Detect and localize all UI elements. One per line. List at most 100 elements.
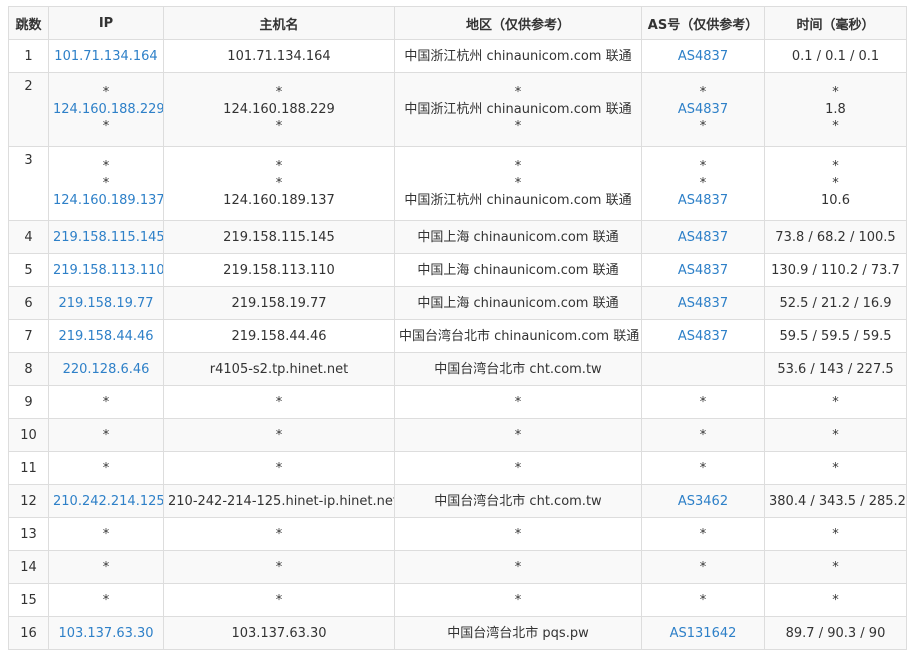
column-header-hop: 跳数: [8, 6, 49, 40]
hop-number: 12: [8, 484, 49, 518]
time-cell: 52.5 / 21.2 / 16.9: [764, 286, 907, 320]
ip-link[interactable]: 219.158.115.145: [53, 229, 163, 246]
ip-value: *: [102, 159, 110, 174]
hop-number: 8: [8, 352, 49, 386]
as-link[interactable]: AS4837: [646, 229, 760, 246]
table-row: 1 101.71.134.164 101.71.134.164 中国浙江杭州 chin…: [8, 39, 907, 73]
time-cell: *: [764, 385, 907, 419]
ip-cell: 210.242.214.125: [48, 484, 164, 518]
time-value: 59.5 / 59.5 / 59.5: [779, 328, 892, 344]
region-cell: *: [394, 451, 642, 485]
hop-number: 4: [8, 220, 49, 254]
region-cell: 中国台湾台北市 cht.com.tw: [394, 352, 642, 386]
ip-cell: 220.128.6.46: [48, 352, 164, 386]
hostname-cell: *: [163, 418, 395, 452]
ip-value: *: [102, 427, 110, 443]
table-row: 11 * * * * *: [8, 451, 907, 485]
region-value: *: [514, 394, 522, 410]
table-row: 7 219.158.44.46 219.158.44.46 中国台湾台北市 china…: [8, 319, 907, 353]
time-value: 89.7 / 90.3 / 90: [785, 625, 886, 641]
ip-link[interactable]: 220.128.6.46: [53, 361, 159, 378]
as-cell: AS4837: [641, 39, 765, 73]
ip-link[interactable]: 124.160.189.137: [53, 192, 163, 209]
hop-number: 10: [8, 418, 49, 452]
region-value: 中国台湾台北市 cht.com.tw: [434, 493, 602, 509]
hostname-cell: 219.158.19.77: [163, 286, 395, 320]
column-header-ip: IP: [48, 6, 164, 40]
region-cell: 中国上海 chinaunicom.com 联通: [394, 286, 642, 320]
as-link[interactable]: AS4837: [646, 192, 760, 209]
hop-number: 15: [8, 583, 49, 617]
host-value: 103.137.63.30: [231, 625, 327, 641]
hostname-cell: 101.71.134.164: [163, 39, 395, 73]
region-value: 中国上海 chinaunicom.com 联通: [417, 262, 619, 278]
hostname-cell: 219.158.44.46: [163, 319, 395, 353]
ip-link[interactable]: 124.160.188.229: [53, 101, 163, 118]
column-header-as: AS号（仅供参考）: [641, 6, 765, 40]
as-value: *: [699, 119, 707, 134]
as-cell: *: [641, 517, 765, 551]
time-cell: *: [764, 517, 907, 551]
ip-cell: 219.158.19.77: [48, 286, 164, 320]
time-value: *: [832, 427, 839, 443]
ip-cell: 219.158.44.46: [48, 319, 164, 353]
hostname-cell: * * 124.160.189.137: [163, 146, 395, 221]
time-value: 10.6: [821, 193, 850, 208]
hop-number: 7: [8, 319, 49, 353]
as-link[interactable]: AS4837: [646, 48, 760, 65]
region-value: *: [514, 427, 522, 443]
traceroute-table: 跳数 IP 主机名 地区（仅供参考） AS号（仅供参考） 时间（毫秒） 1 101…: [8, 6, 907, 650]
ip-link[interactable]: 210.242.214.125: [53, 493, 163, 510]
hop-number: 6: [8, 286, 49, 320]
table-row: 4 219.158.115.145 219.158.115.145 中国上海 chin…: [8, 220, 907, 254]
time-cell: 89.7 / 90.3 / 90: [764, 616, 907, 650]
ip-cell: * * 124.160.189.137: [48, 146, 164, 221]
region-cell: 中国台湾台北市 cht.com.tw: [394, 484, 642, 518]
time-cell: *: [764, 451, 907, 485]
as-cell: AS4837: [641, 286, 765, 320]
as-cell: *: [641, 418, 765, 452]
hop-number: 11: [8, 451, 49, 485]
as-value: *: [699, 85, 707, 100]
ip-link[interactable]: 219.158.44.46: [53, 328, 159, 345]
hop-number: 13: [8, 517, 49, 551]
host-value: *: [275, 119, 283, 134]
region-value: 中国浙江杭州 chinaunicom.com 联通: [404, 48, 632, 64]
as-link[interactable]: AS4837: [646, 328, 760, 345]
hop-number: 5: [8, 253, 49, 287]
as-value: *: [699, 159, 707, 174]
time-value: *: [832, 394, 839, 410]
region-cell: * * 中国浙江杭州 chinaunicom.com 联通: [394, 146, 642, 221]
as-link[interactable]: AS4837: [646, 262, 760, 279]
as-link[interactable]: AS4837: [646, 101, 760, 118]
time-value: *: [832, 526, 839, 542]
time-cell: * * 10.6: [764, 146, 907, 221]
ip-link[interactable]: 219.158.113.110: [53, 262, 163, 279]
as-cell: *: [641, 550, 765, 584]
ip-cell: 219.158.113.110: [48, 253, 164, 287]
region-value: *: [514, 176, 522, 191]
table-row: 6 219.158.19.77 219.158.19.77 中国上海 chinauni…: [8, 286, 907, 320]
as-link[interactable]: AS131642: [646, 625, 760, 642]
hop-number: 2: [8, 72, 49, 147]
ip-link[interactable]: 219.158.19.77: [53, 295, 159, 312]
hop-number: 3: [8, 146, 49, 221]
region-value: 中国上海 chinaunicom.com 联通: [417, 295, 619, 311]
ip-cell: *: [48, 451, 164, 485]
ip-value: *: [102, 394, 110, 410]
region-cell: * 中国浙江杭州 chinaunicom.com 联通 *: [394, 72, 642, 147]
table-row: 5 219.158.113.110 219.158.113.110 中国上海 chin…: [8, 253, 907, 287]
region-cell: 中国台湾台北市 chinaunicom.com 联通: [394, 319, 642, 353]
table-row: 16 103.137.63.30 103.137.63.30 中国台湾台北市 pqs.…: [8, 616, 907, 650]
as-value: *: [699, 460, 707, 476]
traceroute-results: 跳数 IP 主机名 地区（仅供参考） AS号（仅供参考） 时间（毫秒） 1 101…: [8, 6, 907, 650]
table-row: 15 * * * * *: [8, 583, 907, 617]
as-value: *: [699, 176, 707, 191]
ip-link[interactable]: 101.71.134.164: [53, 48, 159, 65]
as-link[interactable]: AS4837: [646, 295, 760, 312]
as-cell: *: [641, 451, 765, 485]
ip-link[interactable]: 103.137.63.30: [53, 625, 159, 642]
region-cell: *: [394, 418, 642, 452]
as-link[interactable]: AS3462: [646, 493, 760, 510]
host-value: *: [275, 592, 283, 608]
